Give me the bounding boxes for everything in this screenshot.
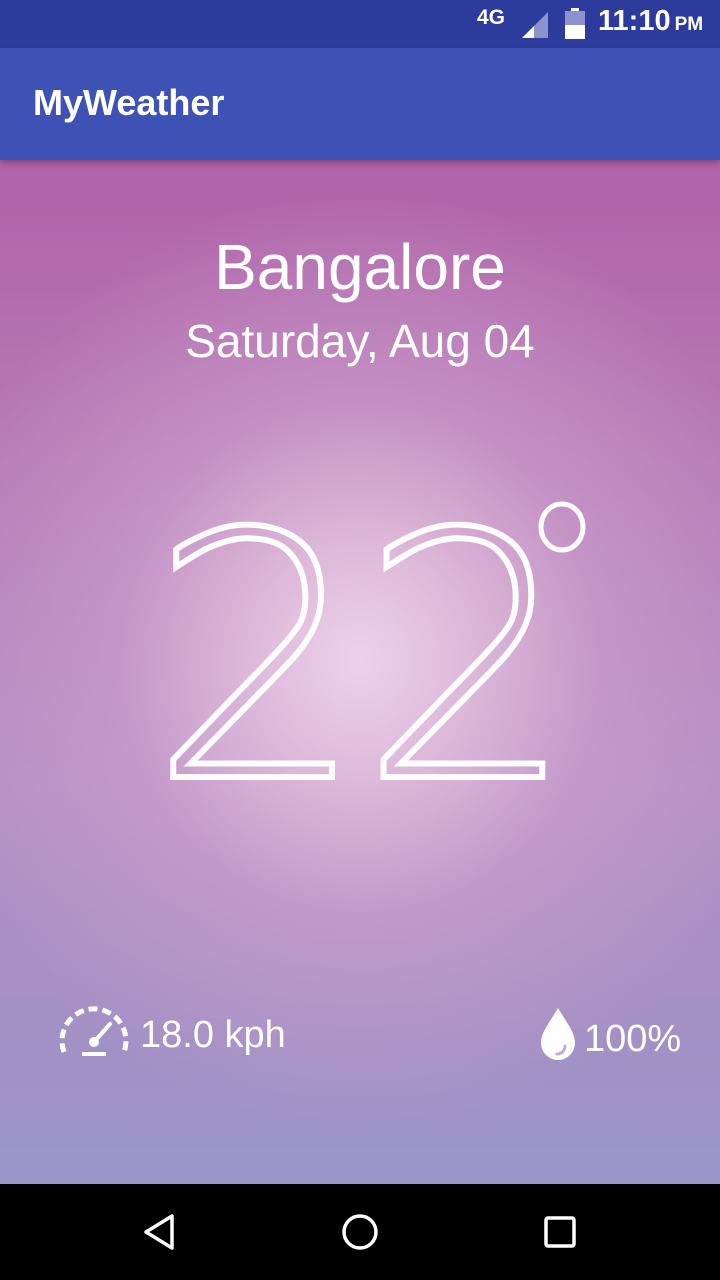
clock-time: 11:10 — [598, 5, 671, 37]
weather-panel: Bangalore Saturday, Aug 04 22 18.0 kph 1… — [0, 160, 720, 1184]
temperature-display: 22 — [0, 487, 720, 833]
city-name: Bangalore — [214, 231, 506, 303]
app-title: MyWeather — [33, 82, 225, 123]
humidity-info: 100% — [538, 1006, 698, 1076]
degree-circle-icon — [538, 501, 586, 553]
speedometer-icon — [59, 1006, 129, 1056]
humidity-value: 100% — [584, 1018, 682, 1060]
recents-icon[interactable] — [540, 1212, 580, 1252]
temperature-value: 22 — [147, 462, 580, 858]
water-drop-icon — [541, 1008, 575, 1060]
back-icon[interactable] — [140, 1212, 180, 1252]
home-icon[interactable] — [340, 1212, 380, 1252]
navigation-bar — [0, 1184, 720, 1280]
status-bar: 4G 11:10 PM — [0, 0, 720, 48]
signal-icon — [522, 12, 548, 38]
app-bar: MyWeather — [0, 48, 720, 160]
clock-ampm: PM — [674, 14, 704, 35]
network-type: 4G — [477, 6, 506, 29]
status-time: 11:10 PM — [598, 5, 703, 38]
date-label: Saturday, Aug 04 — [185, 315, 535, 367]
battery-icon — [565, 8, 585, 39]
wind-speed: 18.0 kph — [140, 1014, 286, 1056]
